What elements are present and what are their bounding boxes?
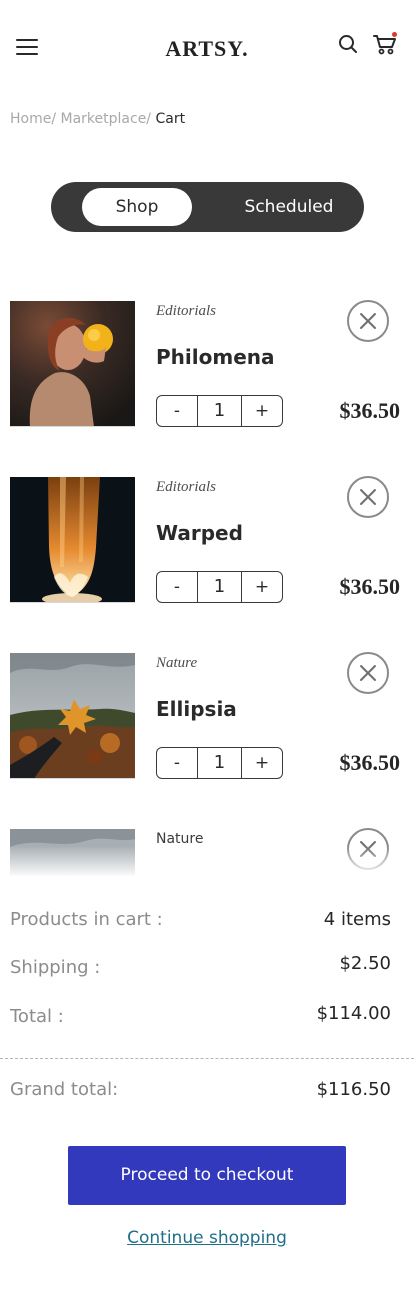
products-count-label: Products in cart : <box>10 909 163 930</box>
cart-notification-dot <box>392 32 397 37</box>
product-image[interactable] <box>10 301 135 427</box>
search-icon[interactable] <box>338 34 358 54</box>
shop-scheduled-toggle: Shop Scheduled <box>51 182 364 232</box>
list-fade <box>0 846 414 876</box>
proceed-to-checkout-button[interactable]: Proceed to checkout <box>68 1146 346 1205</box>
product-image[interactable] <box>10 477 135 603</box>
quantity-value[interactable]: 1 <box>197 748 242 778</box>
breadcrumb: Home/ Marketplace/ Cart <box>10 111 185 127</box>
product-price: $36.50 <box>339 574 401 599</box>
breadcrumb-current: Cart <box>155 111 186 127</box>
cart-item: Nature Ellipsia - 1 + $36.50 <box>0 652 414 784</box>
increase-quantity-button[interactable]: + <box>242 748 282 778</box>
remove-item-button[interactable] <box>347 476 389 518</box>
product-category: Editorials <box>156 479 217 495</box>
increase-quantity-button[interactable]: + <box>242 396 282 426</box>
quantity-stepper: - 1 + <box>156 747 283 779</box>
decrease-quantity-button[interactable]: - <box>157 396 197 426</box>
quantity-value[interactable]: 1 <box>197 572 242 602</box>
cart-items-list: Editorials Philomena - 1 + $36.50 Editor… <box>0 300 414 876</box>
product-name[interactable]: Philomena <box>156 345 275 369</box>
quantity-value[interactable]: 1 <box>197 396 242 426</box>
product-category: Editorials <box>156 303 217 319</box>
total-label: Total : <box>10 1006 64 1027</box>
quantity-stepper: - 1 + <box>156 571 283 603</box>
grand-total-label: Grand total: <box>10 1079 119 1100</box>
order-summary: Products in cart : 4 items Shipping : $2… <box>0 876 414 1291</box>
remove-item-button[interactable] <box>347 652 389 694</box>
grand-total-value: $116.50 <box>316 1079 391 1100</box>
products-count-value: 4 items <box>323 909 391 930</box>
decrease-quantity-button[interactable]: - <box>157 748 197 778</box>
total-value: $114.00 <box>316 1003 391 1024</box>
quantity-stepper: - 1 + <box>156 395 283 427</box>
increase-quantity-button[interactable]: + <box>242 572 282 602</box>
decrease-quantity-button[interactable]: - <box>157 572 197 602</box>
toggle-shop[interactable]: Shop <box>82 188 192 226</box>
cart-item: Editorials Warped - 1 + $36.50 <box>0 476 414 608</box>
breadcrumb-marketplace[interactable]: Marketplace/ <box>61 111 152 127</box>
shipping-value: $2.50 <box>339 953 391 974</box>
product-name[interactable]: Ellipsia <box>156 697 237 721</box>
close-icon <box>360 313 376 329</box>
product-name[interactable]: Warped <box>156 521 243 545</box>
product-category: Nature <box>156 655 198 671</box>
toggle-scheduled[interactable]: Scheduled <box>219 188 359 226</box>
product-price: $36.50 <box>339 750 401 775</box>
close-icon <box>360 665 376 681</box>
header: ARTSY. <box>0 0 414 96</box>
summary-divider <box>0 1058 414 1059</box>
close-icon <box>360 489 376 505</box>
product-category: Nature <box>156 831 204 847</box>
remove-item-button[interactable] <box>347 300 389 342</box>
product-price: $36.50 <box>339 398 401 423</box>
continue-shopping-link[interactable]: Continue shopping <box>0 1228 414 1248</box>
shipping-label: Shipping : <box>10 957 101 978</box>
cart-item: Editorials Philomena - 1 + $36.50 <box>0 300 414 432</box>
product-image[interactable] <box>10 653 135 779</box>
breadcrumb-home[interactable]: Home/ <box>10 111 56 127</box>
